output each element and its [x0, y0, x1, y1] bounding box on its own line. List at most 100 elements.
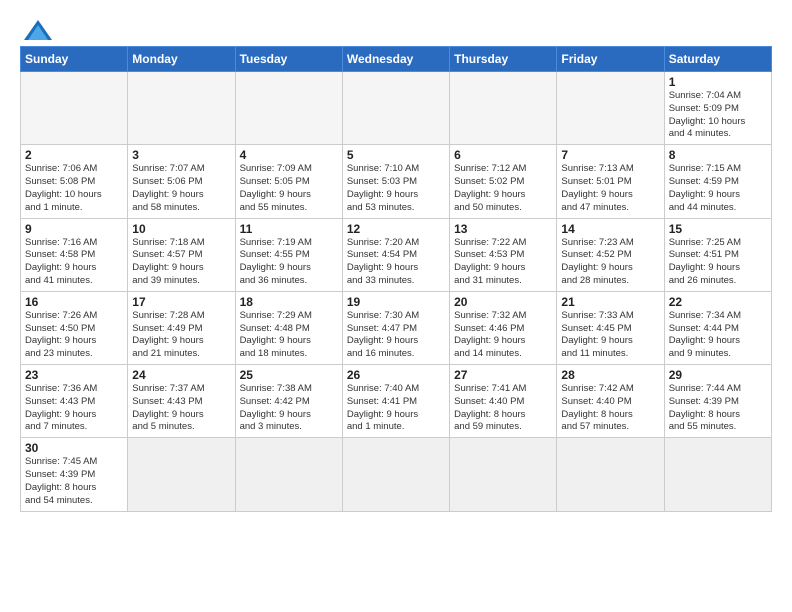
day-info: Sunrise: 7:34 AM Sunset: 4:44 PM Dayligh…	[669, 310, 767, 361]
calendar-cell: 8Sunrise: 7:15 AM Sunset: 4:59 PM Daylig…	[664, 145, 771, 218]
day-info: Sunrise: 7:10 AM Sunset: 5:03 PM Dayligh…	[347, 163, 445, 214]
header-monday: Monday	[128, 47, 235, 72]
calendar-cell: 16Sunrise: 7:26 AM Sunset: 4:50 PM Dayli…	[21, 291, 128, 364]
calendar-cell	[342, 72, 449, 145]
header-friday: Friday	[557, 47, 664, 72]
day-info: Sunrise: 7:16 AM Sunset: 4:58 PM Dayligh…	[25, 237, 123, 288]
day-info: Sunrise: 7:23 AM Sunset: 4:52 PM Dayligh…	[561, 237, 659, 288]
day-number: 5	[347, 148, 445, 162]
calendar-cell	[21, 72, 128, 145]
calendar-cell	[235, 72, 342, 145]
header	[20, 16, 772, 40]
calendar-cell: 20Sunrise: 7:32 AM Sunset: 4:46 PM Dayli…	[450, 291, 557, 364]
day-number: 1	[669, 75, 767, 89]
day-info: Sunrise: 7:25 AM Sunset: 4:51 PM Dayligh…	[669, 237, 767, 288]
day-info: Sunrise: 7:07 AM Sunset: 5:06 PM Dayligh…	[132, 163, 230, 214]
day-number: 16	[25, 295, 123, 309]
day-number: 10	[132, 222, 230, 236]
day-info: Sunrise: 7:13 AM Sunset: 5:01 PM Dayligh…	[561, 163, 659, 214]
header-wednesday: Wednesday	[342, 47, 449, 72]
day-number: 17	[132, 295, 230, 309]
calendar-cell	[128, 438, 235, 511]
day-number: 12	[347, 222, 445, 236]
calendar-cell: 23Sunrise: 7:36 AM Sunset: 4:43 PM Dayli…	[21, 365, 128, 438]
day-number: 29	[669, 368, 767, 382]
calendar-cell: 2Sunrise: 7:06 AM Sunset: 5:08 PM Daylig…	[21, 145, 128, 218]
day-number: 23	[25, 368, 123, 382]
day-number: 21	[561, 295, 659, 309]
day-info: Sunrise: 7:38 AM Sunset: 4:42 PM Dayligh…	[240, 383, 338, 434]
day-number: 7	[561, 148, 659, 162]
day-info: Sunrise: 7:09 AM Sunset: 5:05 PM Dayligh…	[240, 163, 338, 214]
day-number: 3	[132, 148, 230, 162]
calendar-cell	[128, 72, 235, 145]
day-info: Sunrise: 7:32 AM Sunset: 4:46 PM Dayligh…	[454, 310, 552, 361]
day-number: 4	[240, 148, 338, 162]
calendar-cell: 12Sunrise: 7:20 AM Sunset: 4:54 PM Dayli…	[342, 218, 449, 291]
calendar-cell: 26Sunrise: 7:40 AM Sunset: 4:41 PM Dayli…	[342, 365, 449, 438]
day-info: Sunrise: 7:12 AM Sunset: 5:02 PM Dayligh…	[454, 163, 552, 214]
calendar-cell: 10Sunrise: 7:18 AM Sunset: 4:57 PM Dayli…	[128, 218, 235, 291]
header-sunday: Sunday	[21, 47, 128, 72]
day-number: 18	[240, 295, 338, 309]
calendar-cell: 22Sunrise: 7:34 AM Sunset: 4:44 PM Dayli…	[664, 291, 771, 364]
day-info: Sunrise: 7:41 AM Sunset: 4:40 PM Dayligh…	[454, 383, 552, 434]
logo-icon	[24, 20, 52, 40]
calendar-table: Sunday Monday Tuesday Wednesday Thursday…	[20, 46, 772, 512]
day-info: Sunrise: 7:44 AM Sunset: 4:39 PM Dayligh…	[669, 383, 767, 434]
calendar-cell	[557, 438, 664, 511]
day-info: Sunrise: 7:42 AM Sunset: 4:40 PM Dayligh…	[561, 383, 659, 434]
day-number: 22	[669, 295, 767, 309]
day-info: Sunrise: 7:22 AM Sunset: 4:53 PM Dayligh…	[454, 237, 552, 288]
day-number: 27	[454, 368, 552, 382]
calendar-cell: 6Sunrise: 7:12 AM Sunset: 5:02 PM Daylig…	[450, 145, 557, 218]
calendar-cell: 3Sunrise: 7:07 AM Sunset: 5:06 PM Daylig…	[128, 145, 235, 218]
day-info: Sunrise: 7:30 AM Sunset: 4:47 PM Dayligh…	[347, 310, 445, 361]
day-info: Sunrise: 7:19 AM Sunset: 4:55 PM Dayligh…	[240, 237, 338, 288]
header-saturday: Saturday	[664, 47, 771, 72]
day-info: Sunrise: 7:37 AM Sunset: 4:43 PM Dayligh…	[132, 383, 230, 434]
day-number: 9	[25, 222, 123, 236]
calendar-cell: 11Sunrise: 7:19 AM Sunset: 4:55 PM Dayli…	[235, 218, 342, 291]
header-thursday: Thursday	[450, 47, 557, 72]
calendar-cell	[450, 72, 557, 145]
day-info: Sunrise: 7:20 AM Sunset: 4:54 PM Dayligh…	[347, 237, 445, 288]
calendar-page: Sunday Monday Tuesday Wednesday Thursday…	[0, 0, 792, 522]
calendar-cell: 9Sunrise: 7:16 AM Sunset: 4:58 PM Daylig…	[21, 218, 128, 291]
calendar-cell: 24Sunrise: 7:37 AM Sunset: 4:43 PM Dayli…	[128, 365, 235, 438]
day-number: 20	[454, 295, 552, 309]
day-number: 15	[669, 222, 767, 236]
day-number: 19	[347, 295, 445, 309]
calendar-cell: 4Sunrise: 7:09 AM Sunset: 5:05 PM Daylig…	[235, 145, 342, 218]
day-info: Sunrise: 7:28 AM Sunset: 4:49 PM Dayligh…	[132, 310, 230, 361]
day-info: Sunrise: 7:45 AM Sunset: 4:39 PM Dayligh…	[25, 456, 123, 507]
day-info: Sunrise: 7:06 AM Sunset: 5:08 PM Dayligh…	[25, 163, 123, 214]
calendar-cell	[664, 438, 771, 511]
calendar-cell: 7Sunrise: 7:13 AM Sunset: 5:01 PM Daylig…	[557, 145, 664, 218]
calendar-cell: 30Sunrise: 7:45 AM Sunset: 4:39 PM Dayli…	[21, 438, 128, 511]
calendar-cell	[342, 438, 449, 511]
day-number: 26	[347, 368, 445, 382]
day-number: 13	[454, 222, 552, 236]
day-info: Sunrise: 7:15 AM Sunset: 4:59 PM Dayligh…	[669, 163, 767, 214]
day-number: 14	[561, 222, 659, 236]
calendar-cell	[235, 438, 342, 511]
day-number: 11	[240, 222, 338, 236]
logo-area	[20, 16, 54, 40]
day-info: Sunrise: 7:18 AM Sunset: 4:57 PM Dayligh…	[132, 237, 230, 288]
day-number: 24	[132, 368, 230, 382]
day-number: 8	[669, 148, 767, 162]
weekday-header-row: Sunday Monday Tuesday Wednesday Thursday…	[21, 47, 772, 72]
day-info: Sunrise: 7:40 AM Sunset: 4:41 PM Dayligh…	[347, 383, 445, 434]
day-info: Sunrise: 7:36 AM Sunset: 4:43 PM Dayligh…	[25, 383, 123, 434]
calendar-cell: 5Sunrise: 7:10 AM Sunset: 5:03 PM Daylig…	[342, 145, 449, 218]
day-number: 6	[454, 148, 552, 162]
calendar-cell	[557, 72, 664, 145]
day-info: Sunrise: 7:29 AM Sunset: 4:48 PM Dayligh…	[240, 310, 338, 361]
calendar-cell: 25Sunrise: 7:38 AM Sunset: 4:42 PM Dayli…	[235, 365, 342, 438]
calendar-cell: 29Sunrise: 7:44 AM Sunset: 4:39 PM Dayli…	[664, 365, 771, 438]
calendar-cell: 17Sunrise: 7:28 AM Sunset: 4:49 PM Dayli…	[128, 291, 235, 364]
day-info: Sunrise: 7:33 AM Sunset: 4:45 PM Dayligh…	[561, 310, 659, 361]
calendar-cell: 19Sunrise: 7:30 AM Sunset: 4:47 PM Dayli…	[342, 291, 449, 364]
day-number: 2	[25, 148, 123, 162]
